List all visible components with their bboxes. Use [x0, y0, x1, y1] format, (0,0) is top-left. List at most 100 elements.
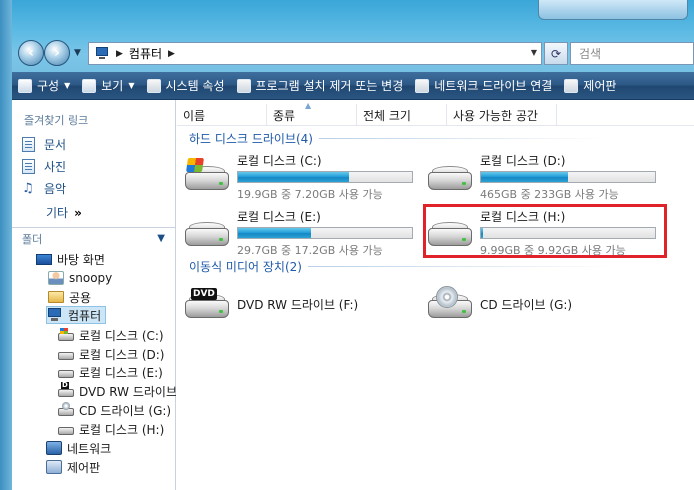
drive-name: 로컬 디스크 (C:): [237, 154, 322, 168]
organize-button[interactable]: 구성 ▼: [12, 72, 76, 100]
column-label: 종류: [273, 108, 296, 123]
refresh-icon: ⟳: [550, 46, 562, 61]
column-free-space[interactable]: 사용 가능한 공간: [447, 104, 557, 126]
tree-item-label: CD 드라이브 (G:): [79, 403, 172, 418]
sort-ascending-icon: ▲: [305, 101, 312, 110]
column-header: 이름 ▲ 종류 전체 크기 사용 가능한 공간: [177, 101, 694, 126]
favorite-link-music[interactable]: ♫ 음악: [22, 180, 66, 197]
navigation-bar: ‹ › ▼ ▶ 컴퓨터 ▶ ▼ ⟳ 검색: [16, 38, 694, 68]
drive-name: DVD RW 드라이브 (F:): [237, 298, 359, 312]
tree-item-label: 로컬 디스크 (H:): [79, 422, 165, 437]
drive-usage-fill: [481, 172, 568, 182]
drive-usage-fill: [238, 228, 312, 238]
tree-item-label: snoopy: [69, 271, 113, 285]
address-bar[interactable]: ▶ 컴퓨터 ▶ ▼: [88, 42, 542, 65]
drive-name: 로컬 디스크 (E:): [237, 210, 321, 224]
chevron-down-icon: ▼: [157, 233, 165, 244]
navigation-pane: 즐겨찾기 링크 문서 사진 ♫ 음악 기타 » 폴더 ▼ 바탕 화면 snoopy…: [12, 100, 176, 490]
favorite-link-label: 문서: [44, 138, 67, 152]
group-header-label: 하드 디스크 드라이브(4): [189, 132, 313, 146]
address-dropdown-icon[interactable]: ▼: [531, 48, 537, 57]
hard-drive-icon: [58, 351, 74, 360]
tree-item-label: 공용: [69, 290, 92, 305]
tree-item-label: 로컬 디스크 (D:): [79, 347, 165, 362]
desktop-icon: [36, 253, 52, 265]
column-total-size[interactable]: 전체 크기: [357, 104, 447, 126]
drive-tile-d[interactable]: 로컬 디스크 (D:) 465GB 중 233GB 사용 가능: [426, 148, 662, 202]
drive-name: CD 드라이브 (G:): [480, 298, 573, 312]
tree-item-drive-h[interactable]: 로컬 디스크 (H:): [58, 420, 164, 438]
documents-icon: [22, 137, 35, 152]
recent-pages-dropdown-icon[interactable]: ▼: [74, 48, 84, 58]
map-network-drive-button[interactable]: 네트워크 드라이브 연결: [409, 72, 558, 100]
tree-item-dvd-drive[interactable]: DVD RW 드라이브: [58, 382, 176, 400]
content-pane: 이름 ▲ 종류 전체 크기 사용 가능한 공간 하드 디스크 드라이브(4) 로컬…: [177, 100, 694, 490]
system-properties-label: 시스템 속성: [165, 79, 225, 93]
group-header-removable[interactable]: 이동식 미디어 장치(2): [189, 258, 618, 275]
folders-label: 폴더: [22, 232, 43, 246]
more-links-button[interactable]: 기타 »: [46, 204, 82, 221]
tree-item-public[interactable]: 공용: [48, 288, 91, 306]
breadcrumb-separator-icon[interactable]: ▶: [168, 49, 175, 59]
uninstall-program-button[interactable]: 프로그램 설치 제거 또는 변경: [231, 72, 410, 100]
window-caption-buttons[interactable]: [538, 0, 688, 20]
window-frame-left: [0, 0, 12, 490]
network-icon: [46, 441, 62, 455]
system-properties-icon: [146, 78, 161, 93]
views-icon: [82, 78, 97, 93]
tree-item-cd-drive[interactable]: CD 드라이브 (G:): [58, 401, 171, 419]
drive-free-space: 465GB 중 233GB 사용 가능: [480, 188, 619, 201]
breadcrumb-computer[interactable]: 컴퓨터: [129, 45, 162, 62]
user-folder-icon: [48, 271, 64, 285]
back-arrow-icon: ‹: [28, 45, 34, 61]
search-input[interactable]: 검색: [570, 42, 694, 65]
column-label: 사용 가능한 공간: [453, 108, 538, 123]
back-button[interactable]: ‹: [18, 40, 44, 66]
chevron-down-icon: ▼: [64, 81, 71, 90]
drive-tile-cd[interactable]: CD 드라이브 (G:): [426, 276, 662, 330]
control-panel-button[interactable]: 제어판: [558, 72, 622, 100]
tree-item-computer[interactable]: 컴퓨터: [46, 306, 107, 324]
tree-item-control-panel[interactable]: 제어판: [46, 458, 100, 476]
column-label: 전체 크기: [363, 108, 411, 123]
tree-item-network[interactable]: 네트워크: [46, 439, 111, 457]
tree-item-drive-c[interactable]: 로컬 디스크 (C:): [58, 326, 164, 344]
tree-item-drive-d[interactable]: 로컬 디스크 (D:): [58, 345, 164, 363]
uninstall-program-icon: [236, 78, 251, 93]
drive-name: 로컬 디스크 (D:): [480, 154, 566, 168]
control-panel-label: 제어판: [583, 79, 617, 93]
breadcrumb-separator-icon[interactable]: ▶: [116, 49, 123, 59]
folders-toggle[interactable]: 폴더 ▼: [12, 227, 175, 249]
column-type[interactable]: ▲ 종류: [267, 101, 357, 126]
tree-item-drive-e[interactable]: 로컬 디스크 (E:): [58, 363, 163, 381]
system-properties-button[interactable]: 시스템 속성: [141, 72, 231, 100]
favorite-link-documents[interactable]: 문서: [22, 136, 66, 153]
refresh-button[interactable]: ⟳: [544, 42, 568, 65]
group-header-hard-disks[interactable]: 하드 디스크 드라이브(4): [189, 130, 609, 147]
windows-drive-icon: [183, 158, 231, 192]
drive-usage-bar: [480, 171, 656, 183]
tree-item-label: DVD RW 드라이브: [79, 384, 176, 399]
organize-label: 구성: [37, 79, 60, 93]
column-name[interactable]: 이름: [177, 104, 267, 126]
drive-tile-e[interactable]: 로컬 디스크 (E:) 29.7GB 중 17.2GB 사용 가능: [183, 204, 419, 258]
favorite-links-header: 즐겨찾기 링크: [24, 114, 89, 127]
cd-drive-icon: [426, 286, 474, 320]
dvd-drive-icon: DVD: [183, 288, 231, 320]
drive-tile-dvd[interactable]: DVD DVD RW 드라이브 (F:): [183, 276, 419, 330]
computer-icon: [94, 47, 110, 60]
favorite-link-pictures[interactable]: 사진: [22, 158, 66, 175]
favorite-link-label: 음악: [44, 182, 67, 196]
views-button[interactable]: 보기 ▼: [76, 72, 140, 100]
drive-free-space: 29.7GB 중 17.2GB 사용 가능: [237, 244, 383, 257]
favorite-link-label: 사진: [44, 160, 67, 174]
more-links-label: 기타: [46, 206, 69, 220]
network-drive-icon: [415, 78, 430, 93]
forward-button[interactable]: ›: [44, 40, 70, 66]
drive-usage-bar: [237, 171, 413, 183]
tree-item-desktop[interactable]: 바탕 화면: [36, 250, 105, 268]
drive-tile-c[interactable]: 로컬 디스크 (C:) 19.9GB 중 7.20GB 사용 가능: [183, 148, 419, 202]
drive-usage-fill: [238, 172, 350, 182]
tree-item-snoopy[interactable]: snoopy: [48, 269, 112, 287]
pictures-icon: [22, 159, 35, 174]
